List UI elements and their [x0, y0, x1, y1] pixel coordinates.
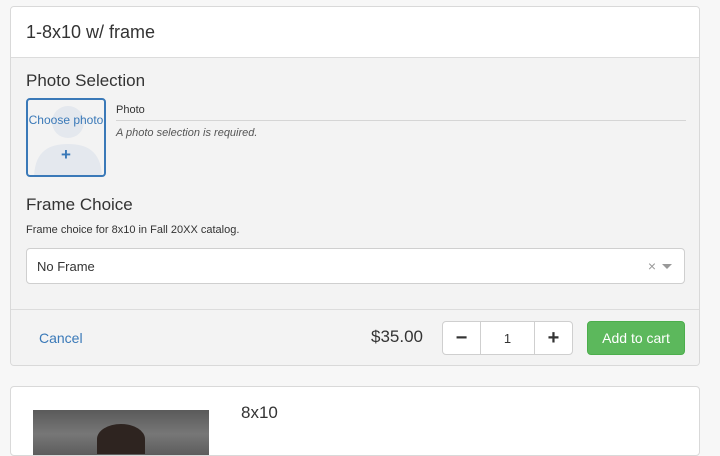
quantity-input[interactable] — [481, 322, 534, 354]
quantity-stepper: − + — [442, 321, 573, 355]
photo-field-label: Photo — [116, 104, 686, 121]
cancel-button[interactable]: Cancel — [39, 330, 83, 346]
choose-photo-button[interactable]: Choose photo + — [26, 98, 106, 177]
product-title: 1-8x10 w/ frame — [11, 7, 699, 58]
options-body: Photo Selection Choose photo + Photo A p… — [11, 58, 699, 309]
plus-icon: + — [61, 145, 71, 164]
add-to-cart-button[interactable]: Add to cart — [587, 321, 685, 355]
portrait-head — [97, 424, 145, 454]
decrease-quantity-button[interactable]: − — [443, 322, 481, 354]
price: $35.00 — [371, 327, 423, 346]
increase-quantity-button[interactable]: + — [534, 322, 572, 354]
close-icon[interactable]: × — [648, 258, 656, 274]
frame-choice-description: Frame choice for 8x10 in Fall 20XX catal… — [26, 224, 240, 236]
photo-required-message: A photo selection is required. — [116, 127, 258, 139]
caret-down-icon[interactable] — [662, 264, 672, 269]
choose-photo-label: Choose photo — [28, 113, 104, 127]
product-thumbnail[interactable] — [33, 410, 209, 455]
product-card: 8x10 — [10, 386, 700, 456]
frame-choice-value: No Frame — [37, 259, 95, 274]
photo-selection-heading: Photo Selection — [26, 71, 146, 90]
frame-choice-heading: Frame Choice — [26, 195, 133, 214]
panel-footer: Cancel $35.00 − + Add to cart — [11, 309, 699, 365]
frame-choice-select[interactable]: No Frame × — [26, 248, 685, 284]
product-card-title: 8x10 — [241, 403, 278, 422]
product-options-panel: 1-8x10 w/ frame Photo Selection Choose p… — [10, 6, 700, 366]
